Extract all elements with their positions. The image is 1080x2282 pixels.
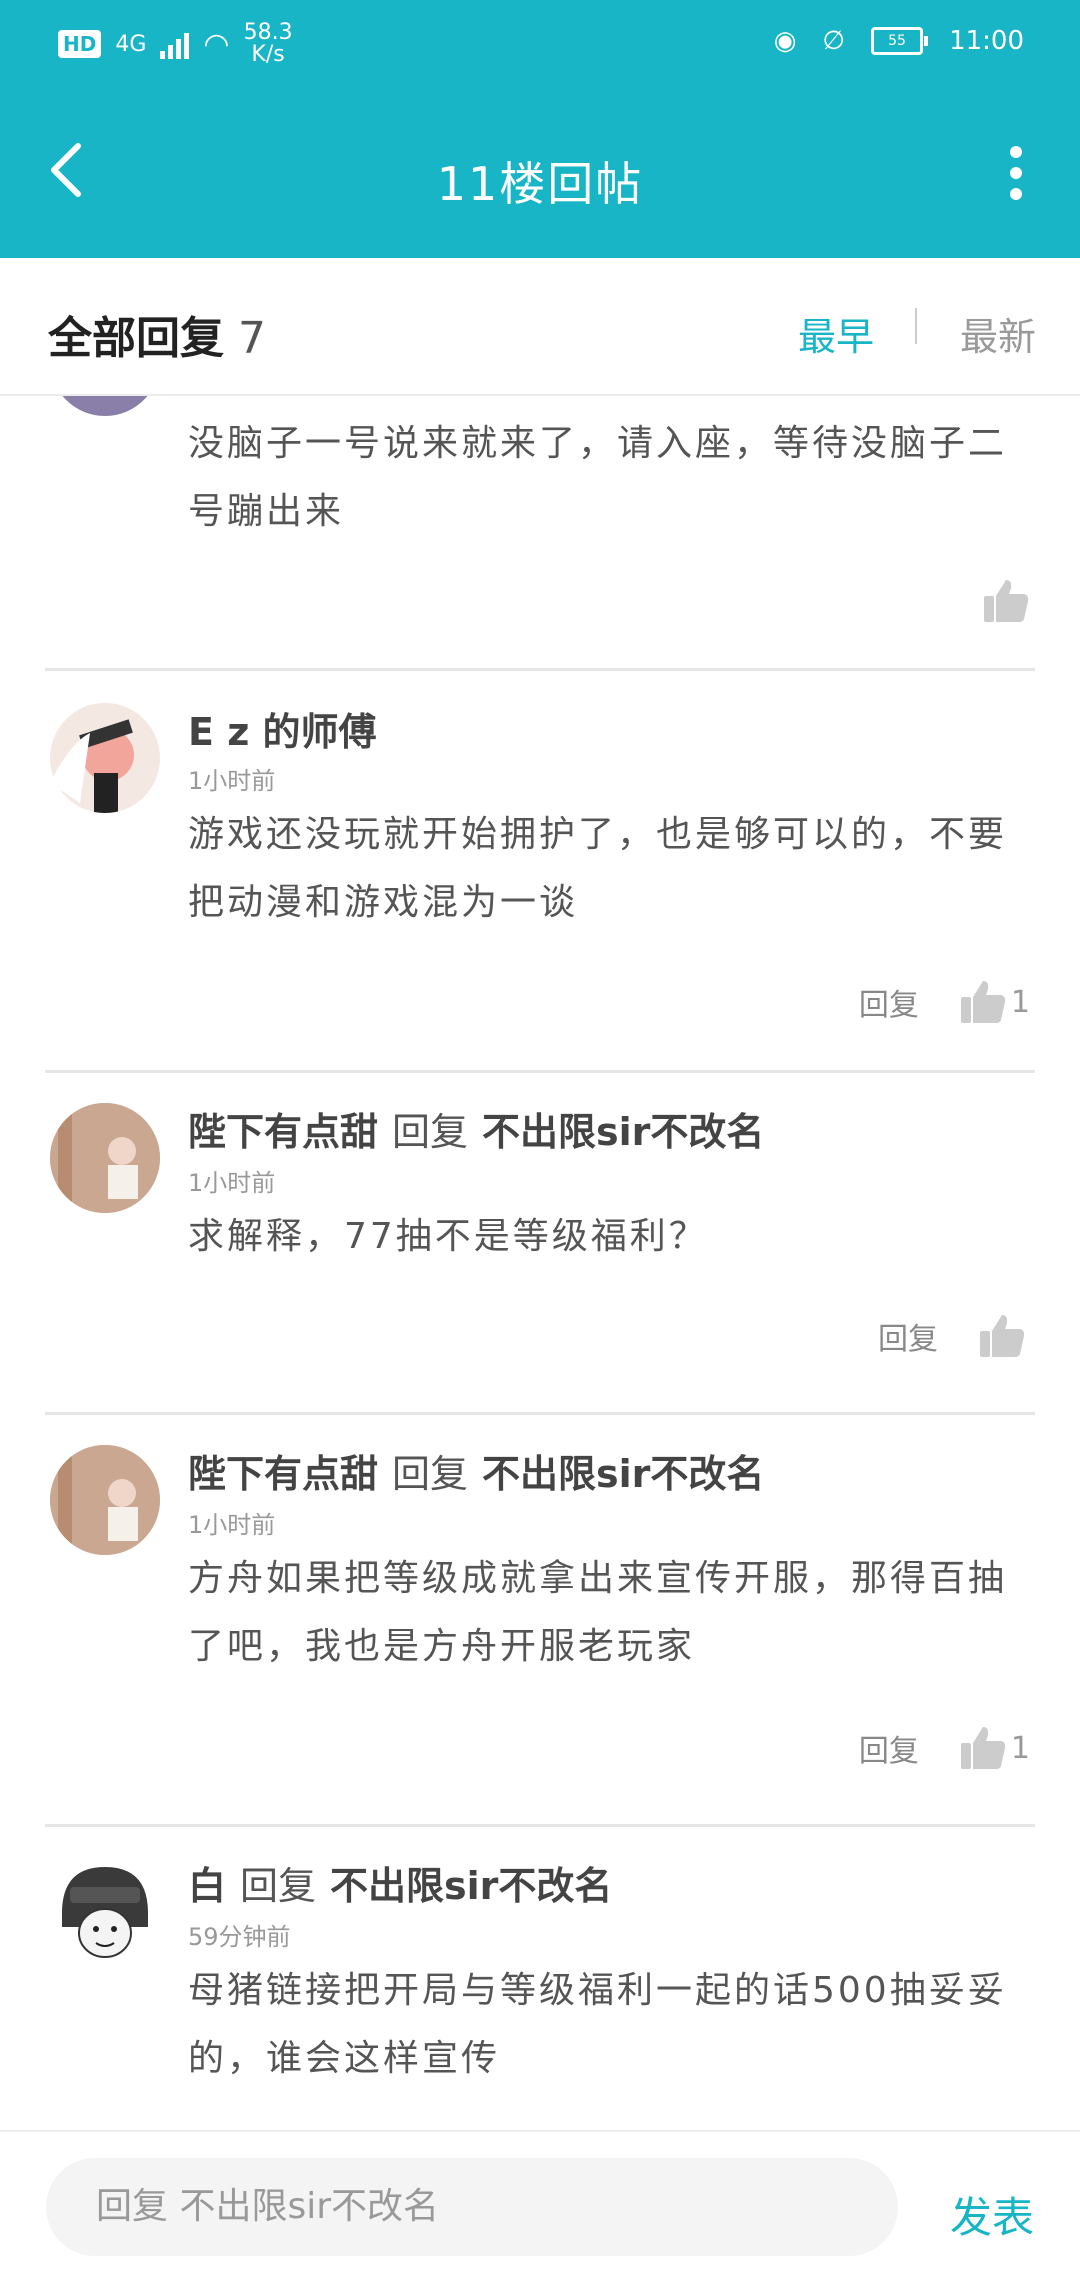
thumbs-up-icon: [960, 981, 1006, 1023]
comment-item: E z 的师傅 1小时前 游戏还没玩就开始拥护了，也是够可以的，不要把动漫和游戏…: [0, 671, 1080, 1071]
photo-avatar-icon: [50, 1103, 160, 1213]
more-menu-button[interactable]: [1006, 146, 1026, 200]
username[interactable]: 白: [188, 1864, 226, 1908]
all-replies-text: 全部回复: [48, 313, 224, 364]
thumbs-up-icon: [984, 580, 1029, 622]
username-line: 白回复 不出限sir不改名: [188, 1855, 612, 1910]
reply-word: 回复: [392, 1110, 469, 1154]
reply-word: 回复: [392, 1452, 469, 1496]
page-title: 11楼回帖: [436, 157, 644, 211]
helmet-meme-avatar-icon: [62, 1867, 148, 1958]
comment-content: 方舟如果把等级成就拿出来宣传开服，那得百抽了吧，我也是方舟开服老玩家: [188, 1558, 1008, 1667]
comment-content: 母猪链接把开局与等级福利一起的话500抽妥妥的，谁会这样宣传: [188, 1970, 1007, 2079]
like-button[interactable]: 1: [959, 1725, 1030, 1771]
username-line: 陛下有点甜 回复 不出限sir不改名: [188, 1101, 764, 1156]
like-button[interactable]: 1: [959, 979, 1030, 1025]
avatar[interactable]: [50, 1857, 160, 1967]
status-bar: HD 4G ◠ 58.3 K/s ◉ ∅ 55 11:00: [0, 0, 1080, 90]
comment-item: 陛下有点甜 回复 不出限sir不改名 1小时前 求解释，77抽不是等级福利？ 回复: [0, 1073, 1080, 1413]
hd-badge: HD: [58, 30, 102, 58]
more-dot-icon: [1010, 188, 1022, 200]
like-count: 1: [1010, 1730, 1030, 1766]
username[interactable]: E z 的师傅: [188, 701, 377, 756]
battery-level: 55: [888, 33, 906, 49]
avatar[interactable]: [50, 1445, 160, 1555]
reply-button[interactable]: 回复: [859, 1726, 919, 1770]
thumbs-up-icon: [960, 1727, 1006, 1769]
anime-girl-avatar-icon: [50, 719, 134, 813]
avatar[interactable]: [50, 396, 160, 416]
username[interactable]: 陛下有点甜: [188, 1110, 378, 1154]
app-header: HD 4G ◠ 58.3 K/s ◉ ∅ 55 11:00 11楼回帖: [0, 0, 1080, 258]
sort-latest-tab[interactable]: 最新: [960, 306, 1036, 361]
wifi-icon: ◠: [203, 26, 230, 62]
comment-actions: [982, 578, 1030, 624]
reply-target[interactable]: 不出限sir不改名: [482, 1452, 764, 1496]
username-line: 陛下有点甜 回复 不出限sir不改名: [188, 1443, 764, 1498]
all-replies-label: 全部回复 7: [48, 302, 266, 366]
reply-button[interactable]: 回复: [878, 1314, 938, 1358]
network-label: 4G: [115, 31, 147, 57]
avatar[interactable]: [50, 703, 160, 813]
thumbs-up-icon: [980, 1315, 1025, 1357]
avatar[interactable]: [50, 1103, 160, 1213]
comment-actions: 回复 1: [859, 979, 1030, 1025]
comment-content: 游戏还没玩就开始拥护了，也是够可以的，不要把动漫和游戏混为一谈: [188, 814, 1008, 923]
comment-time: 59分钟前: [188, 1923, 291, 1951]
publish-button[interactable]: 发表: [950, 2184, 1034, 2245]
reply-bar: 回复 不出限sir不改名 发表: [0, 2130, 1080, 2282]
comment-time: 1小时前: [188, 767, 276, 795]
eye-icon: ◉: [773, 26, 797, 56]
comment-item: 陛下有点甜 回复 不出限sir不改名 1小时前 方舟如果把等级成就拿出来宣传开服，那…: [0, 1415, 1080, 1823]
nav-bar: 11楼回帖: [0, 110, 1080, 240]
comment-item: 没脑子一号说来就来了，请入座，等待没脑子二号蹦出来: [0, 396, 1080, 670]
replies-header: 全部回复 7 最早 最新: [0, 258, 1080, 396]
username[interactable]: 陛下有点甜: [188, 1452, 378, 1496]
network-speed: 58.3 K/s: [244, 22, 293, 66]
clock: 11:00: [949, 26, 1024, 56]
battery-icon: 55: [871, 27, 929, 55]
reply-button[interactable]: 回复: [859, 980, 919, 1024]
reply-count: 7: [238, 313, 266, 364]
more-dot-icon: [1010, 146, 1022, 158]
like-button[interactable]: [982, 578, 1030, 624]
comment-actions: 回复 1: [859, 1725, 1030, 1771]
like-button[interactable]: [978, 1313, 1030, 1359]
comment-list[interactable]: 没脑子一号说来就来了，请入座，等待没脑子二号蹦出来 E z 的师傅 1小时前 游…: [0, 396, 1080, 2126]
comment-item: 白回复 不出限sir不改名 59分钟前 母猪链接把开局与等级福利一起的话500抽妥…: [0, 1827, 1080, 2126]
signal-icon: [160, 29, 190, 59]
reply-target[interactable]: 不出限sir不改名: [330, 1864, 612, 1908]
reply-word: 回复: [240, 1864, 317, 1908]
speed-unit: K/s: [251, 42, 285, 67]
comment-time: 1小时前: [188, 1511, 276, 1539]
sort-divider: [915, 308, 917, 344]
photo-avatar-icon: [50, 1445, 160, 1555]
reply-target[interactable]: 不出限sir不改名: [482, 1110, 764, 1154]
reply-input[interactable]: 回复 不出限sir不改名: [46, 2158, 898, 2256]
more-dot-icon: [1010, 167, 1022, 179]
like-count: 1: [1010, 984, 1030, 1020]
comment-time: 1小时前: [188, 1169, 276, 1197]
mute-bell-icon: ∅: [822, 26, 846, 56]
comment-actions: 回复: [878, 1313, 1030, 1359]
comment-content: 求解释，77抽不是等级福利？: [188, 1216, 708, 1257]
comment-content: 没脑子一号说来就来了，请入座，等待没脑子二号蹦出来: [188, 423, 1008, 532]
sort-earliest-tab[interactable]: 最早: [798, 306, 874, 361]
